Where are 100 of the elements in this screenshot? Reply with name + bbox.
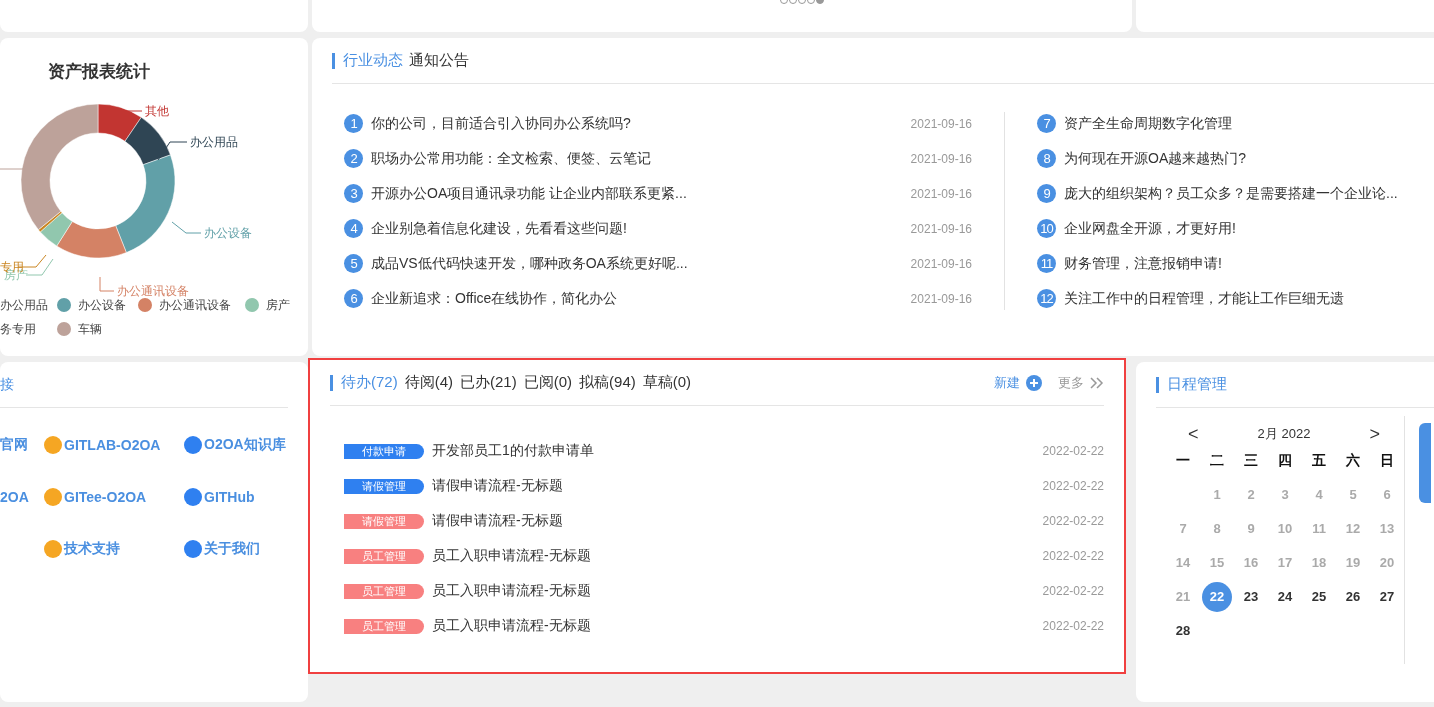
task-tab[interactable]: 拟稿(94) bbox=[579, 373, 636, 392]
more-link[interactable]: 更多 bbox=[1058, 373, 1084, 392]
calendar-day[interactable]: 19 bbox=[1338, 548, 1368, 578]
calendar-day[interactable]: 8 bbox=[1202, 514, 1232, 544]
calendar-day[interactable]: 1 bbox=[1202, 480, 1232, 510]
calendar-day[interactable]: 28 bbox=[1168, 616, 1198, 646]
news-date: 2021-09-16 bbox=[910, 291, 972, 306]
calendar-day[interactable]: 14 bbox=[1168, 548, 1198, 578]
news-date: 2021-09-16 bbox=[910, 221, 972, 236]
calendar-day[interactable]: 13 bbox=[1372, 514, 1402, 544]
news-link[interactable]: 关注工作中的日程管理，才能让工作巨细无遗 bbox=[1064, 289, 1398, 308]
accent-bar bbox=[330, 374, 333, 391]
calendar-day[interactable]: 23 bbox=[1236, 582, 1266, 612]
calendar-day[interactable]: 16 bbox=[1236, 548, 1266, 578]
task-tab[interactable]: 已办(21) bbox=[460, 373, 517, 392]
category-tag: 员工管理 bbox=[344, 548, 424, 564]
calendar-day[interactable]: 7 bbox=[1168, 514, 1198, 544]
number-badge: 9 bbox=[1037, 184, 1056, 203]
number-badge: 2 bbox=[344, 149, 363, 168]
side-tab[interactable] bbox=[1419, 423, 1431, 503]
news-tab[interactable]: 行业动态 bbox=[343, 51, 403, 70]
news-link[interactable]: 企业新追求：Office在线协作，简化办公 bbox=[371, 289, 903, 308]
category-tag: 请假管理 bbox=[344, 513, 424, 529]
calendar-day[interactable]: 27 bbox=[1372, 582, 1402, 612]
task-tab[interactable]: 待阅(4) bbox=[404, 373, 454, 392]
weekday-label: 四 bbox=[1277, 452, 1293, 470]
task-link[interactable]: 请假申请流程-无标题 bbox=[432, 512, 1035, 530]
quick-link[interactable]: 关于我们 bbox=[204, 540, 260, 558]
weekday-label: 一 bbox=[1175, 452, 1191, 470]
calendar-day[interactable]: 25 bbox=[1304, 582, 1334, 612]
news-link[interactable]: 庞大的组织架构？员工众多？是需要搭建一个企业论... bbox=[1064, 184, 1398, 203]
news-date: 2021-09-16 bbox=[910, 256, 972, 271]
next-month-button[interactable]: > bbox=[1369, 423, 1380, 445]
calendar-day[interactable]: 9 bbox=[1236, 514, 1266, 544]
number-badge: 10 bbox=[1037, 219, 1056, 238]
task-tab[interactable]: 已阅(0) bbox=[523, 373, 573, 392]
calendar-day[interactable]: 3 bbox=[1270, 480, 1300, 510]
prev-month-button[interactable]: < bbox=[1188, 423, 1199, 445]
weekday-label: 二 bbox=[1209, 452, 1225, 470]
legend-label: 务专用 bbox=[0, 322, 36, 336]
panel-title: 日程管理 bbox=[1167, 375, 1227, 394]
task-link[interactable]: 请假申请流程-无标题 bbox=[432, 477, 1035, 495]
slice-label: 办公设备 bbox=[204, 226, 252, 240]
add-icon[interactable] bbox=[1026, 374, 1042, 391]
panel-title: 接 bbox=[0, 375, 14, 394]
calendar-day[interactable]: 22 bbox=[1202, 582, 1232, 612]
quick-link[interactable]: GITHub bbox=[204, 489, 255, 505]
quick-link[interactable]: GITLAB-O2OA bbox=[64, 437, 161, 453]
task-link[interactable]: 开发部员工1的付款申请单 bbox=[432, 442, 1035, 460]
quick-link[interactable]: GITee-O2OA bbox=[64, 489, 147, 505]
news-link[interactable]: 财务管理，注意报销申请! bbox=[1064, 254, 1398, 273]
new-link[interactable]: 新建 bbox=[994, 373, 1020, 392]
accent-bar bbox=[332, 52, 335, 69]
legend-label: 办公通讯设备 bbox=[159, 298, 231, 312]
task-tab[interactable]: 草稿(0) bbox=[642, 373, 692, 392]
calendar-day[interactable]: 15 bbox=[1202, 548, 1232, 578]
category-tag: 员工管理 bbox=[344, 618, 424, 634]
weekday-label: 五 bbox=[1311, 452, 1327, 470]
quick-link[interactable]: 技术支持 bbox=[64, 540, 120, 558]
news-link[interactable]: 职场办公常用功能：全文检索、便签、云笔记 bbox=[371, 149, 903, 168]
calendar-day[interactable]: 26 bbox=[1338, 582, 1368, 612]
calendar-day[interactable]: 10 bbox=[1270, 514, 1300, 544]
calendar-day[interactable]: 2 bbox=[1236, 480, 1266, 510]
number-badge: 8 bbox=[1037, 149, 1056, 168]
task-date: 2022-02-22 bbox=[1042, 619, 1104, 633]
news-link[interactable]: 成品VS低代码快速开发，哪种政务OA系统更好呢... bbox=[371, 254, 903, 273]
news-link[interactable]: 为何现在开源OA越来越热门? bbox=[1064, 149, 1398, 168]
news-link[interactable]: 开源办公OA项目通讯录功能 让企业内部联系更紧... bbox=[371, 184, 903, 203]
news-link[interactable]: 企业别急着信息化建设，先看看这些问题! bbox=[371, 219, 903, 238]
quick-link[interactable]: O2OA知识库 bbox=[204, 436, 286, 454]
calendar-day[interactable]: 18 bbox=[1304, 548, 1334, 578]
calendar-day[interactable]: 11 bbox=[1304, 514, 1334, 544]
calendar-day[interactable]: 6 bbox=[1372, 480, 1402, 510]
task-link[interactable]: 员工入职申请流程-无标题 bbox=[432, 547, 1035, 565]
calendar-day[interactable]: 12 bbox=[1338, 514, 1368, 544]
news-link[interactable]: 你的公司，目前适合引入协同办公系统吗? bbox=[371, 114, 903, 133]
slice-label: 办公用品 bbox=[190, 135, 238, 149]
quick-link[interactable]: 官网 bbox=[0, 436, 28, 454]
quick-link[interactable]: 2OA bbox=[0, 489, 29, 505]
weekday-label: 三 bbox=[1243, 452, 1259, 470]
month-label: 2月 2022 bbox=[1257, 425, 1311, 443]
news-link[interactable]: 企业网盘全开源，才更好用! bbox=[1064, 219, 1398, 238]
calendar-day[interactable]: 21 bbox=[1168, 582, 1198, 612]
news-link[interactable]: 资产全生命周期数字化管理 bbox=[1064, 114, 1398, 133]
news-tab[interactable]: 通知公告 bbox=[409, 51, 469, 70]
calendar-day[interactable]: 20 bbox=[1372, 548, 1402, 578]
calendar-day[interactable]: 4 bbox=[1304, 480, 1334, 510]
calendar-day[interactable]: 5 bbox=[1338, 480, 1368, 510]
leader-line bbox=[157, 141, 188, 161]
category-tag: 请假管理 bbox=[344, 478, 424, 494]
task-date: 2022-02-22 bbox=[1042, 549, 1104, 563]
news-date: 2021-09-16 bbox=[910, 116, 972, 131]
number-badge: 7 bbox=[1037, 114, 1056, 133]
calendar-day[interactable]: 17 bbox=[1270, 548, 1300, 578]
task-link[interactable]: 员工入职申请流程-无标题 bbox=[432, 582, 1035, 600]
chevrons-icon[interactable] bbox=[1090, 376, 1104, 389]
task-link[interactable]: 员工入职申请流程-无标题 bbox=[432, 617, 1035, 635]
calendar-day[interactable]: 24 bbox=[1270, 582, 1300, 612]
number-badge: 11 bbox=[1037, 254, 1056, 273]
task-tab[interactable]: 待办(72) bbox=[341, 373, 398, 392]
